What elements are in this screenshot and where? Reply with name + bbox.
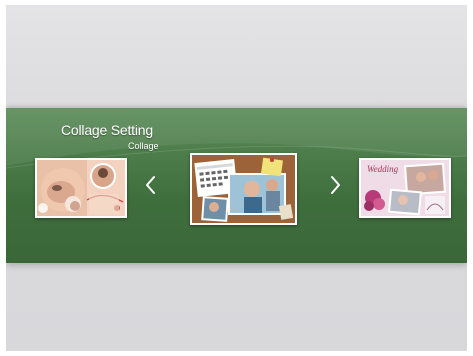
chevron-left-icon[interactable]: [143, 173, 159, 197]
collage-thumbnail-wedding[interactable]: Wedding: [359, 158, 451, 218]
collage-thumbnail-family-calendar[interactable]: [190, 153, 297, 225]
baby-collage-image: [37, 160, 125, 216]
wedding-collage-image: Wedding: [361, 160, 449, 216]
collage-thumbnail-baby[interactable]: [35, 158, 127, 218]
carousel-band: Collage Setting Collage Wedding: [6, 108, 467, 263]
collage-setting-screen: Collage Setting Collage Wedding: [6, 5, 467, 351]
family-calendar-collage-image: [192, 155, 295, 223]
page-title: Collage Setting: [61, 122, 153, 138]
chevron-right-icon[interactable]: [327, 173, 343, 197]
page-subtitle: Collage: [128, 141, 159, 151]
wedding-caption: Wedding: [367, 164, 399, 174]
